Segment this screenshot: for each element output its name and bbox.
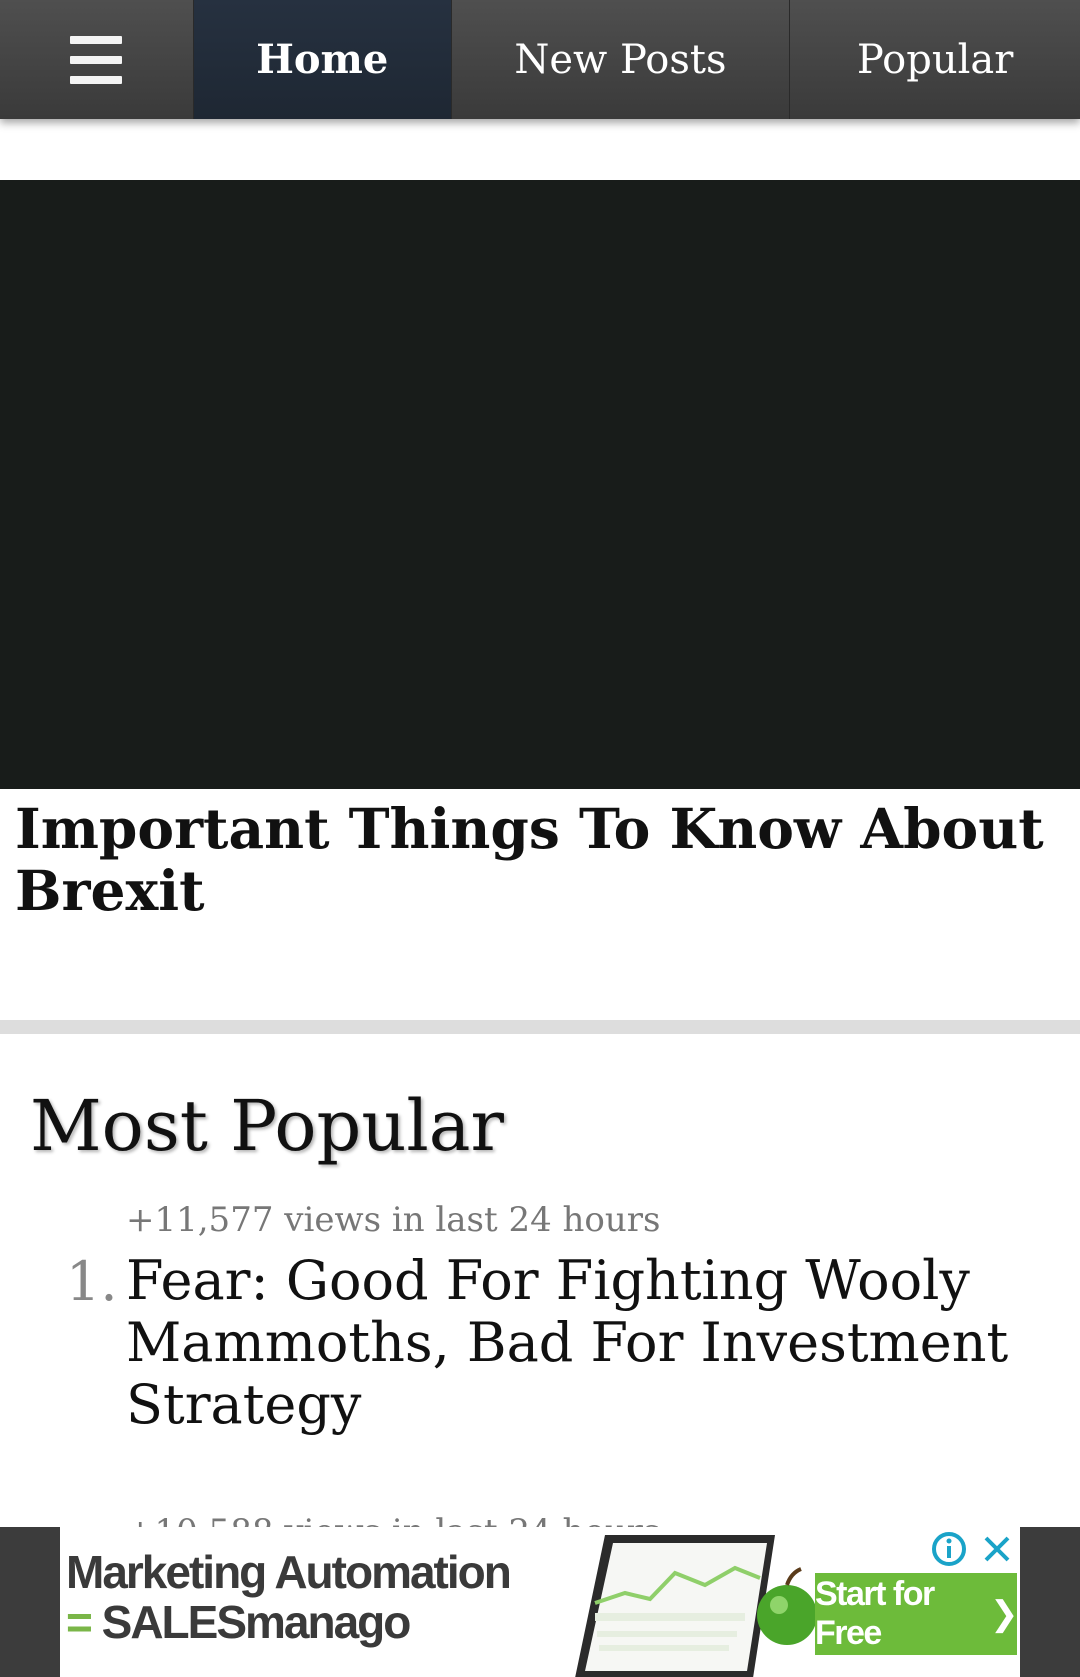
hero-title[interactable]: Important Things To Know About Brexit: [15, 798, 1055, 922]
laptop-icon: [575, 1535, 815, 1677]
info-icon[interactable]: [927, 1527, 971, 1571]
close-icon[interactable]: [974, 1527, 1020, 1571]
ad-bar: Marketing Automation = SALESmanago Start…: [0, 1527, 1080, 1677]
tab-new-posts[interactable]: New Posts: [452, 0, 791, 119]
item-title-link[interactable]: Fear: Good For Fighting Wooly Mammoths, …: [126, 1250, 1026, 1436]
top-navigation: Home New Posts Popular: [0, 0, 1080, 119]
start-for-free-button[interactable]: Start for Free ❯: [815, 1573, 1019, 1655]
ad-headline-line1: Marketing Automation: [66, 1546, 512, 1598]
tab-popular[interactable]: Popular: [790, 0, 1080, 119]
most-popular-heading: Most Popular: [30, 1085, 505, 1167]
ad-headline-line2: SALESmanago: [101, 1596, 412, 1648]
tab-home[interactable]: Home: [193, 0, 452, 119]
section-divider: [0, 1020, 1080, 1034]
ad-banner[interactable]: Marketing Automation = SALESmanago Start…: [60, 1527, 1020, 1677]
chevron-right-icon: ❯: [990, 1595, 1019, 1633]
item-rank: 1.: [66, 1250, 118, 1313]
item-view-count: +11,577 views in last 24 hours: [126, 1200, 661, 1240]
hamburger-menu-icon: [70, 35, 123, 84]
hero-image[interactable]: [0, 180, 1080, 789]
ad-headline: Marketing Automation = SALESmanago: [66, 1546, 512, 1648]
menu-button[interactable]: [0, 0, 194, 119]
